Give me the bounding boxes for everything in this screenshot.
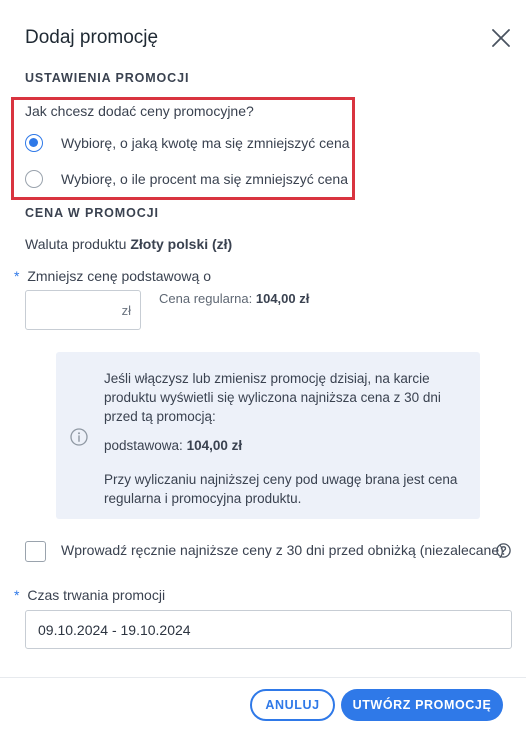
dialog-title: Dodaj promocję: [25, 27, 159, 48]
radio-option-percent[interactable]: Wybiorę, o ile procent ma się zmniejszyć…: [25, 168, 348, 190]
currency-prefix: Waluta produktu: [25, 236, 127, 252]
help-icon[interactable]: [496, 543, 511, 558]
duration-input[interactable]: 09.10.2024 - 19.10.2024: [25, 610, 512, 649]
info-base-price: podstawowa: 104,00 zł: [104, 436, 242, 455]
regular-price: Cena regularna: 104,00 zł: [159, 291, 309, 306]
price-method-question: Jak chcesz dodać ceny promocyjne?: [25, 103, 254, 119]
radio-amount-label: Wybiorę, o jaką kwotę ma się zmniejszyć …: [61, 135, 350, 151]
regular-price-value: 104,00 zł: [255, 291, 310, 306]
cancel-button[interactable]: ANULUJ: [250, 689, 335, 721]
info-paragraph-2: Przy wyliczaniu najniższej ceny pod uwag…: [104, 472, 458, 506]
currency-unit: zł: [121, 303, 131, 318]
radio-percent[interactable]: [25, 170, 43, 188]
footer-divider: [0, 677, 526, 678]
lowest-price-info-box: Jeśli włączysz lub zmienisz promocję dzi…: [56, 352, 480, 519]
currency-info: Waluta produktu Złoty polski (zł): [25, 236, 232, 252]
required-marker: *: [14, 587, 20, 603]
manual-lowest-price-label: Wprowadź ręcznie najniższe ceny z 30 dni…: [61, 542, 504, 558]
close-icon[interactable]: [490, 27, 512, 49]
info-icon: [70, 428, 88, 446]
required-marker: *: [14, 268, 20, 284]
info-base-value: 104,00 zł: [186, 438, 243, 453]
reduce-amount-input[interactable]: zł: [25, 290, 141, 330]
duration-label: Czas trwania promocji: [27, 587, 166, 603]
reduce-label: Zmniejsz cenę podstawową o: [27, 268, 211, 284]
reduce-label-row: * Zmniejsz cenę podstawową o: [14, 268, 211, 284]
manual-lowest-price-checkbox[interactable]: [25, 541, 46, 562]
regular-price-label: Cena regularna:: [159, 291, 253, 306]
radio-option-amount[interactable]: Wybiorę, o jaką kwotę ma się zmniejszyć …: [25, 132, 350, 154]
section-settings-label: USTAWIENIA PROMOCJI: [25, 71, 190, 85]
radio-amount[interactable]: [25, 134, 43, 152]
radio-percent-label: Wybiorę, o ile procent ma się zmniejszyć…: [61, 171, 348, 187]
info-paragraph-1: Jeśli włączysz lub zmienisz promocję dzi…: [104, 371, 441, 424]
currency-name: Złoty polski (zł): [130, 236, 233, 252]
info-base-label: podstawowa:: [104, 438, 183, 453]
duration-value: 09.10.2024 - 19.10.2024: [38, 622, 191, 638]
section-price-label: CENA W PROMOCJI: [25, 206, 159, 220]
create-promotion-button[interactable]: UTWÓRZ PROMOCJĘ: [341, 689, 503, 721]
duration-label-row: * Czas trwania promocji: [14, 587, 165, 603]
